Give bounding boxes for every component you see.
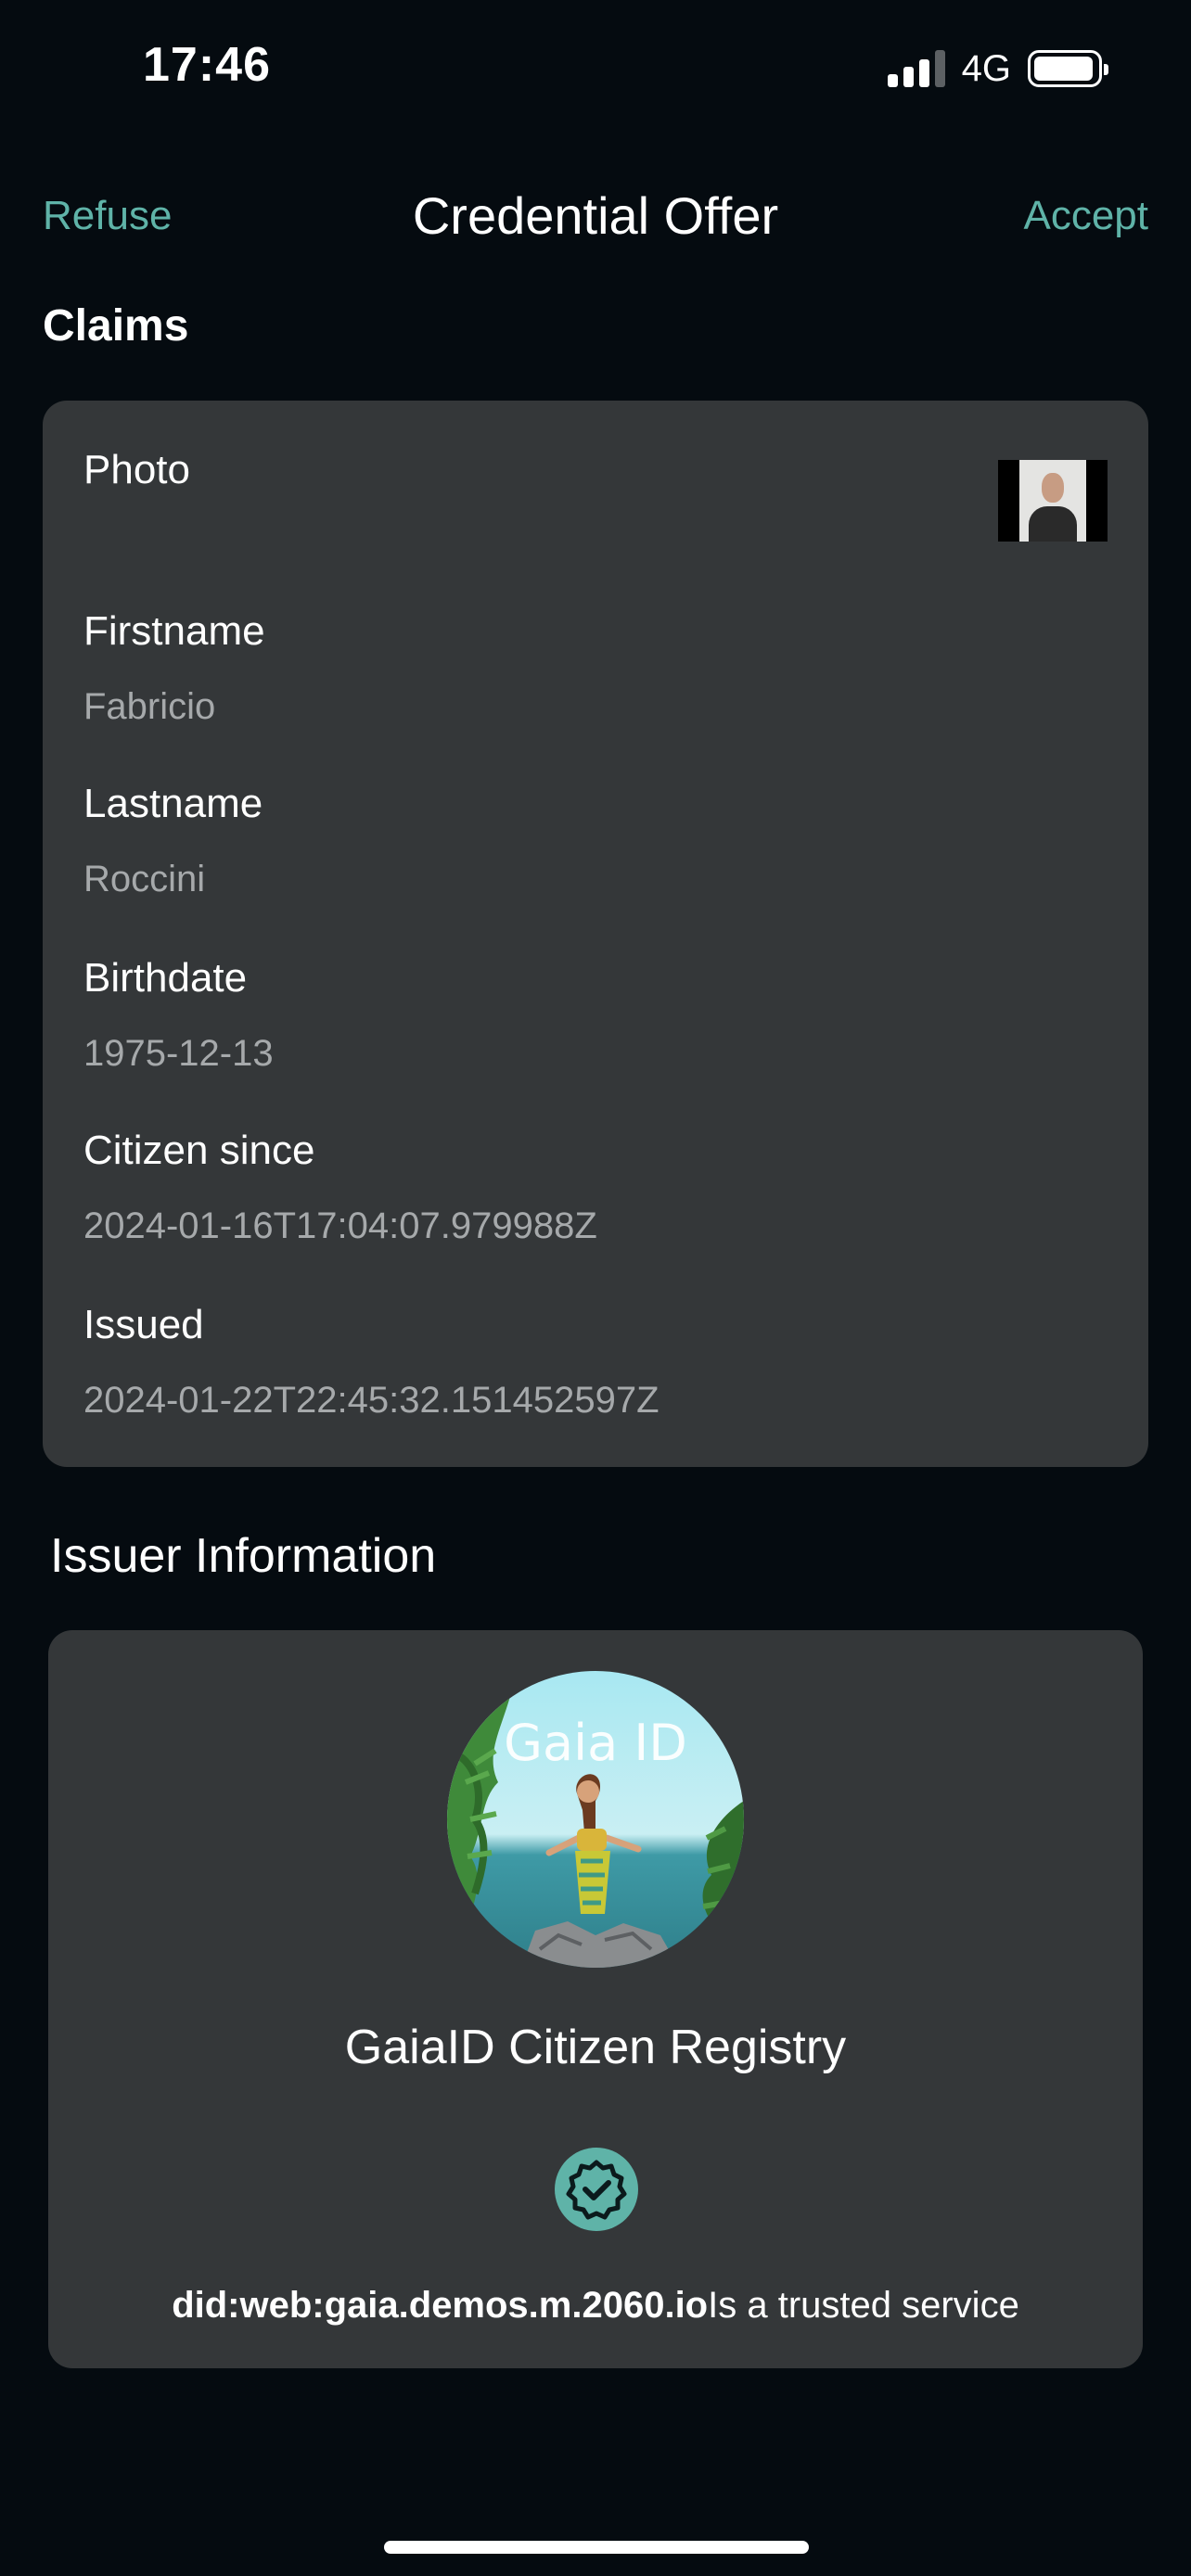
claim-value-birthdate: 1975-12-13 bbox=[83, 1033, 274, 1074]
network-type: 4G bbox=[961, 47, 1011, 89]
issuer-name: GaiaID Citizen Registry bbox=[344, 2021, 847, 2074]
accept-button[interactable]: Accept bbox=[1023, 193, 1148, 239]
cellular-signal-icon bbox=[887, 50, 945, 87]
issuer-card: Gaia ID GaiaID Citizen Registry did:web:… bbox=[48, 1630, 1143, 2368]
status-time: 17:46 bbox=[143, 38, 271, 92]
issuer-section-title: Issuer Information bbox=[50, 1529, 437, 1583]
trusted-service-text: did:web:gaia.demos.m.2060.ioIs a trusted… bbox=[48, 2285, 1143, 2327]
claims-section-title: Claims bbox=[43, 301, 189, 351]
status-indicators: 4G bbox=[887, 46, 1108, 91]
claim-photo-image[interactable] bbox=[998, 460, 1108, 542]
claim-value-lastname: Roccini bbox=[83, 859, 206, 899]
battery-icon bbox=[1028, 50, 1108, 87]
verified-badge-icon bbox=[555, 2148, 638, 2231]
claim-label-citizen-since: Citizen since bbox=[83, 1128, 315, 1173]
issuer-logo: Gaia ID bbox=[447, 1671, 744, 1968]
claim-label-photo: Photo bbox=[83, 447, 190, 492]
claim-value-issued: 2024-01-22T22:45:32.151452597Z bbox=[83, 1380, 660, 1421]
claim-value-citizen-since: 2024-01-16T17:04:07.979988Z bbox=[83, 1205, 597, 1246]
home-indicator[interactable] bbox=[384, 2541, 809, 2554]
claim-label-birthdate: Birthdate bbox=[83, 955, 248, 1001]
claim-value-firstname: Fabricio bbox=[83, 686, 216, 727]
claim-label-issued: Issued bbox=[83, 1302, 204, 1347]
trusted-service-label: Is a trusted service bbox=[708, 2285, 1019, 2326]
issuer-did: did:web:gaia.demos.m.2060.io bbox=[172, 2285, 709, 2326]
issuer-logo-text: Gaia ID bbox=[504, 1714, 687, 1772]
claim-label-lastname: Lastname bbox=[83, 781, 263, 826]
claims-card: Photo Firstname Fabricio Lastname Roccin… bbox=[43, 401, 1148, 1467]
claim-label-firstname: Firstname bbox=[83, 608, 265, 654]
battery-level bbox=[1034, 57, 1093, 81]
page-title: Credential Offer bbox=[412, 186, 779, 245]
